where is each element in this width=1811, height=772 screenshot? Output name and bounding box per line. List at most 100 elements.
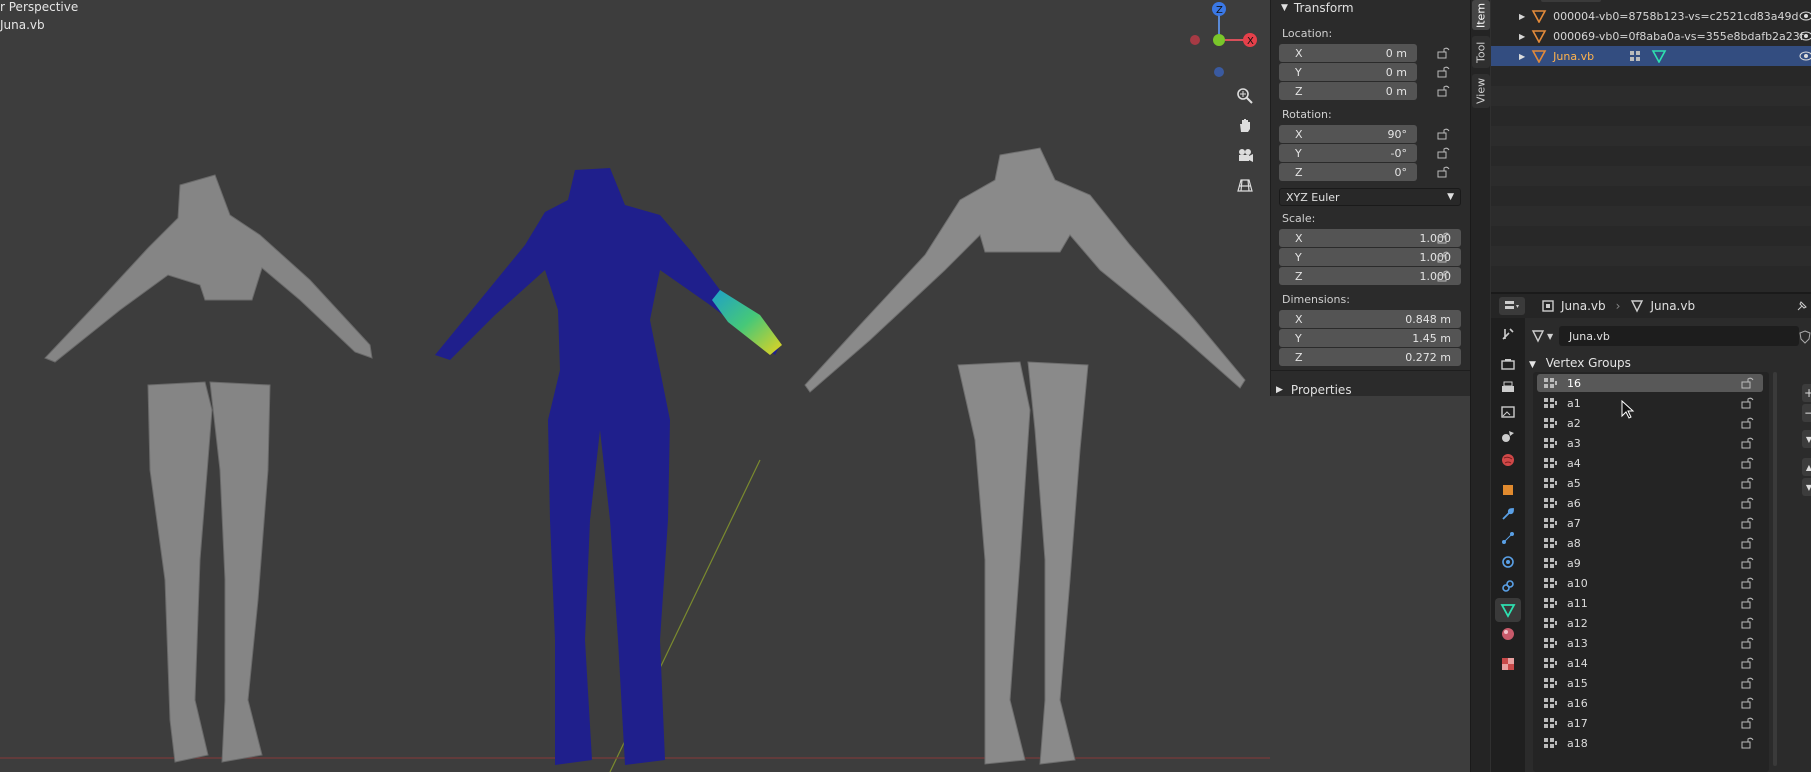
- rotation-mode-select[interactable]: XYZ Euler ▼: [1279, 188, 1461, 206]
- lock-icon[interactable]: [1741, 537, 1755, 549]
- tab-output[interactable]: [1495, 376, 1521, 400]
- lock-icon[interactable]: [1741, 457, 1755, 469]
- scale-y-field[interactable]: Y 1.000: [1279, 248, 1461, 266]
- editor-type-icon[interactable]: [1499, 297, 1525, 315]
- lock-icon[interactable]: [1437, 251, 1451, 263]
- pan-hand-icon[interactable]: [1232, 112, 1258, 138]
- properties-panel-header[interactable]: ▶ Properties: [1276, 383, 1352, 397]
- lock-icon[interactable]: [1741, 657, 1755, 669]
- tab-view[interactable]: View: [1472, 74, 1490, 108]
- vertex-group-row[interactable]: a17: [1537, 714, 1763, 732]
- scale-z-field[interactable]: Z 1.000: [1279, 267, 1461, 285]
- tab-particles[interactable]: [1495, 526, 1521, 550]
- rotation-y-field[interactable]: Y -0°: [1279, 144, 1417, 162]
- eye-icon[interactable]: [1799, 10, 1811, 22]
- rotation-x-field[interactable]: X 90°: [1279, 125, 1417, 143]
- lock-icon[interactable]: [1437, 47, 1451, 59]
- lock-icon[interactable]: [1741, 577, 1755, 589]
- lock-icon[interactable]: [1741, 477, 1755, 489]
- lock-icon[interactable]: [1437, 166, 1451, 178]
- move-down-button[interactable]: ▼: [1802, 478, 1811, 496]
- tab-world[interactable]: [1495, 448, 1521, 472]
- vertex-group-row[interactable]: a1: [1537, 394, 1763, 412]
- lock-icon[interactable]: [1741, 417, 1755, 429]
- location-z-field[interactable]: Z 0 m: [1279, 82, 1417, 100]
- mesh-browse-button[interactable]: ▼: [1531, 326, 1557, 346]
- dimensions-z-field[interactable]: Z 0.272 m: [1279, 348, 1461, 366]
- lock-icon[interactable]: [1437, 66, 1451, 78]
- tab-item[interactable]: Item: [1472, 0, 1490, 30]
- vertex-group-row[interactable]: a9: [1537, 554, 1763, 572]
- lock-icon[interactable]: [1741, 397, 1755, 409]
- vertex-group-row[interactable]: a15: [1537, 674, 1763, 692]
- lock-icon[interactable]: [1741, 597, 1755, 609]
- tab-texture[interactable]: [1495, 652, 1521, 676]
- vertex-group-row[interactable]: a8: [1537, 534, 1763, 552]
- vertex-groups-scrollbar[interactable]: [1773, 372, 1777, 766]
- vertex-group-row[interactable]: a10: [1537, 574, 1763, 592]
- transform-panel-header[interactable]: ▼ Transform: [1271, 0, 1470, 16]
- mesh-name-field[interactable]: Juna.vb: [1559, 326, 1799, 346]
- remove-vertex-group-button[interactable]: −: [1802, 404, 1811, 422]
- lock-icon[interactable]: [1741, 557, 1755, 569]
- vertex-group-row[interactable]: a11: [1537, 594, 1763, 612]
- vertex-group-row[interactable]: a3: [1537, 434, 1763, 452]
- lock-icon[interactable]: [1741, 737, 1755, 749]
- tab-tool[interactable]: [1495, 322, 1521, 346]
- vertex-group-row[interactable]: 16: [1537, 374, 1763, 392]
- lock-icon[interactable]: [1741, 697, 1755, 709]
- eye-icon[interactable]: [1799, 30, 1811, 42]
- lock-icon[interactable]: [1437, 128, 1451, 140]
- location-y-field[interactable]: Y 0 m: [1279, 63, 1417, 81]
- lock-icon[interactable]: [1437, 85, 1451, 97]
- move-up-button[interactable]: ▲: [1802, 458, 1811, 476]
- pin-icon[interactable]: [1795, 299, 1809, 313]
- camera-icon[interactable]: [1232, 142, 1258, 168]
- lock-icon[interactable]: [1741, 437, 1755, 449]
- navigation-gizmo[interactable]: Z X: [1175, 0, 1265, 80]
- fake-user-shield-icon[interactable]: [1799, 330, 1811, 344]
- vertex-group-row[interactable]: a2: [1537, 414, 1763, 432]
- lock-icon[interactable]: [1741, 497, 1755, 509]
- location-x-field[interactable]: X 0 m: [1279, 44, 1417, 62]
- tab-physics[interactable]: [1495, 550, 1521, 574]
- outliner-row[interactable]: ▶ 000004-vb0=8758b123-vs=c2521cd83a49d: [1491, 6, 1811, 26]
- vertex-group-row[interactable]: a12: [1537, 614, 1763, 632]
- rotation-z-field[interactable]: Z 0°: [1279, 163, 1417, 181]
- 3d-viewport[interactable]: r Perspective Juna.vb Z X: [0, 0, 1470, 772]
- grid-view-icon[interactable]: [1232, 172, 1258, 198]
- tab-object-data[interactable]: [1495, 598, 1521, 622]
- vertex-group-row[interactable]: a6: [1537, 494, 1763, 512]
- outliner-row[interactable]: ▶ 000069-vb0=0f8aba0a-vs=355e8bdafb2a23f: [1491, 26, 1811, 46]
- lock-icon[interactable]: [1741, 617, 1755, 629]
- dimensions-x-field[interactable]: X 0.848 m: [1279, 310, 1461, 328]
- tab-object[interactable]: [1495, 478, 1521, 502]
- tab-constraints[interactable]: [1495, 574, 1521, 598]
- vertex-group-row[interactable]: a18: [1537, 734, 1763, 752]
- tab-modifiers[interactable]: [1495, 502, 1521, 526]
- vertex-groups-panel-header[interactable]: ▼ Vertex Groups: [1529, 356, 1631, 370]
- vertex-group-row[interactable]: a14: [1537, 654, 1763, 672]
- lock-icon[interactable]: [1437, 147, 1451, 159]
- lock-icon[interactable]: [1437, 270, 1451, 282]
- zoom-icon[interactable]: [1232, 83, 1258, 109]
- vertex-group-row[interactable]: a13: [1537, 634, 1763, 652]
- scale-x-field[interactable]: X 1.000: [1279, 229, 1461, 247]
- lock-icon[interactable]: [1741, 717, 1755, 729]
- vertex-group-row[interactable]: a4: [1537, 454, 1763, 472]
- tab-scene[interactable]: [1495, 424, 1521, 448]
- tab-material[interactable]: [1495, 622, 1521, 646]
- lock-icon[interactable]: [1741, 637, 1755, 649]
- tab-render[interactable]: [1495, 352, 1521, 376]
- eye-icon[interactable]: [1799, 50, 1811, 62]
- vertex-group-row[interactable]: a16: [1537, 694, 1763, 712]
- vertex-group-menu-button[interactable]: ▼: [1802, 430, 1811, 448]
- tab-tool[interactable]: Tool: [1472, 36, 1490, 68]
- vertex-group-row[interactable]: a5: [1537, 474, 1763, 492]
- outliner-row-selected[interactable]: ▶ Juna.vb: [1491, 46, 1811, 66]
- lock-icon[interactable]: [1437, 232, 1451, 244]
- vertex-group-row[interactable]: a7: [1537, 514, 1763, 532]
- lock-icon[interactable]: [1741, 677, 1755, 689]
- tab-view-layer[interactable]: [1495, 400, 1521, 424]
- lock-icon[interactable]: [1741, 377, 1755, 389]
